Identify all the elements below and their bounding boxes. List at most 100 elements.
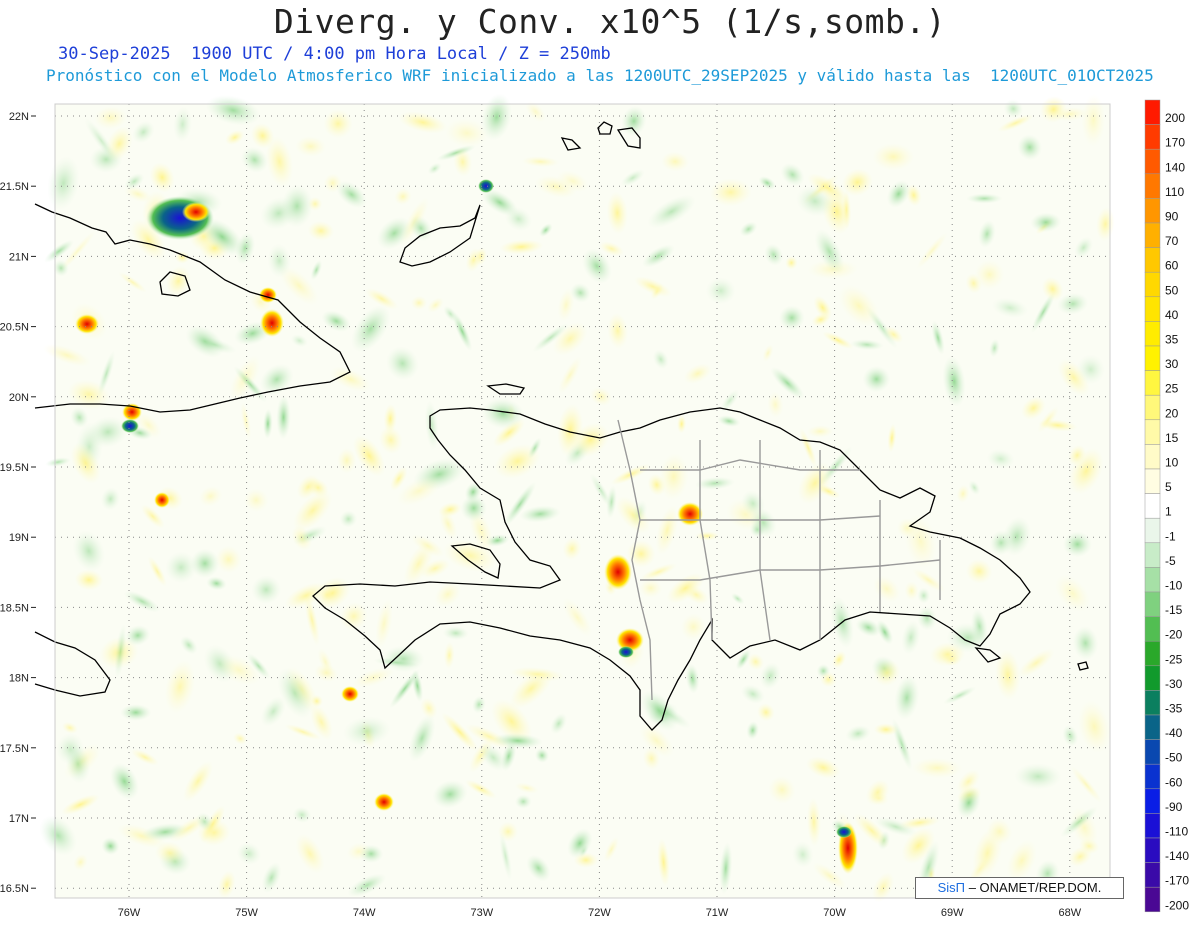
lat-label: 19.5N [0,462,29,474]
colorbar-label: -20 [1165,628,1183,642]
colorbar-swatch [1144,198,1161,224]
colorbar-swatch [1144,148,1161,175]
colorbar-swatch [1144,591,1161,617]
colorbar-label: -90 [1165,800,1183,814]
brand-logo: SisΠ [937,880,966,895]
lon-label: 76W [118,907,141,919]
lat-label: 21.5N [0,181,29,193]
convergence-cell [836,826,852,838]
field-area [39,93,1115,903]
colorbar-swatch [1144,616,1161,642]
lon-label: 70W [823,907,846,919]
colorbar-label: 200 [1165,111,1185,125]
colorbar-swatch [1144,862,1161,888]
colorbar-swatch [1144,173,1161,199]
forecast-map: 22N 21.5N 21N 20.5N 20N 19.5N 19N 18.5N 18N 17.5N… [0,93,1189,919]
colorbar-label: 70 [1165,234,1179,248]
colorbar-label: 15 [1165,431,1179,445]
lon-label: 71W [706,907,729,919]
colorbar-swatch [1144,886,1161,913]
colorbar-swatch [1144,296,1161,322]
colorbar-swatch [1144,763,1161,790]
colorbar-label: -40 [1165,726,1183,740]
colorbar-label: 20 [1165,406,1179,420]
lat-label: 21N [9,251,29,263]
colorbar-swatch [1144,444,1161,470]
valid-time: 30-Sep-2025 1900 UTC / 4:00 pm Hora Loca… [58,44,611,64]
colorbar-swatch [1144,247,1161,273]
lat-label: 18.5N [0,602,29,614]
colorbar-swatch [1144,468,1161,494]
lat-label: 22N [9,111,29,123]
colorbar-swatch [1144,665,1161,691]
lat-label: 20N [9,392,29,404]
map-title: Diverg. y Conv. x10^5 (1/s,somb.) [273,2,947,41]
colorbar-swatch [1144,739,1161,765]
colorbar-swatch [1144,714,1161,740]
convergence-cell [618,646,634,658]
colorbar-swatch [1144,690,1161,716]
lat-label: 19N [9,532,29,544]
colorbar-label: -140 [1165,849,1189,863]
credit-box: SisΠ – ONAMET/REP.DOM. [915,877,1124,899]
lat-label: 17.5N [0,743,29,755]
colorbar-label: -110 [1165,825,1188,839]
colorbar-label: -25 [1165,652,1183,666]
colorbar-swatch [1144,394,1161,421]
colorbar-swatch [1144,370,1161,396]
colorbar: 200 170 140 110 90 70 60 50 40 35 30 25 20 15 10 5 1 -1 -5… [1144,99,1189,913]
colorbar-label: 30 [1165,357,1179,371]
colorbar-label: 35 [1165,333,1179,347]
colorbar-label: -5 [1165,554,1176,568]
colorbar-label: -30 [1165,677,1183,691]
convergence-cell [121,419,139,433]
colorbar-label: 10 [1165,456,1179,470]
colorbar-swatch [1144,321,1161,347]
lat-label: 18N [9,673,29,685]
divergence-cell [75,314,99,334]
colorbar-label: 60 [1165,259,1179,273]
lon-label: 74W [353,907,376,919]
colorbar-label: -200 [1165,898,1189,912]
lat-label: 17N [9,813,29,825]
colorbar-label: 25 [1165,382,1179,396]
colorbar-swatch [1144,99,1161,125]
credit-text: – ONAMET/REP.DOM. [965,880,1102,895]
colorbar-label: -15 [1165,603,1183,617]
colorbar-swatch [1144,788,1161,814]
divergence-cell [604,554,632,590]
colorbar-label: -60 [1165,775,1183,789]
convergence-cell [478,179,494,193]
colorbar-swatch [1144,813,1161,839]
colorbar-label: 1 [1165,505,1172,519]
colorbar-swatch [1144,567,1161,593]
divergence-cell [154,492,170,508]
lon-label: 72W [588,907,611,919]
colorbar-label: -170 [1165,874,1189,888]
divergence-cell [374,793,394,811]
colorbar-label: -50 [1165,751,1183,765]
lon-label: 69W [941,907,964,919]
colorbar-label: 90 [1165,210,1179,224]
lat-label: 16.5N [0,883,29,895]
colorbar-swatch [1144,222,1161,248]
colorbar-swatch [1144,124,1161,150]
colorbar-label: 170 [1165,136,1185,150]
colorbar-label: -10 [1165,579,1183,593]
divergence-cell [341,686,359,702]
field-patch [966,193,1003,204]
lat-label: 20.5N [0,322,29,334]
lon-label: 73W [470,907,493,919]
colorbar-swatch [1144,542,1161,568]
colorbar-label: 110 [1165,185,1184,199]
divergence-cell [677,502,703,526]
colorbar-label: 140 [1165,160,1185,174]
colorbar-swatch [1144,271,1161,298]
divergence-cell [260,309,284,337]
colorbar-swatch [1144,640,1161,667]
latitude-labels: 22N 21.5N 21N 20.5N 20N 19.5N 19N 18.5N 18N 17.5N… [0,111,36,895]
field-patch [120,704,152,721]
longitude-labels: 76W 75W 74W 73W 72W 71W 70W 69W 68W [118,907,1082,919]
colorbar-swatch [1144,493,1161,519]
field-patch [1062,531,1092,558]
